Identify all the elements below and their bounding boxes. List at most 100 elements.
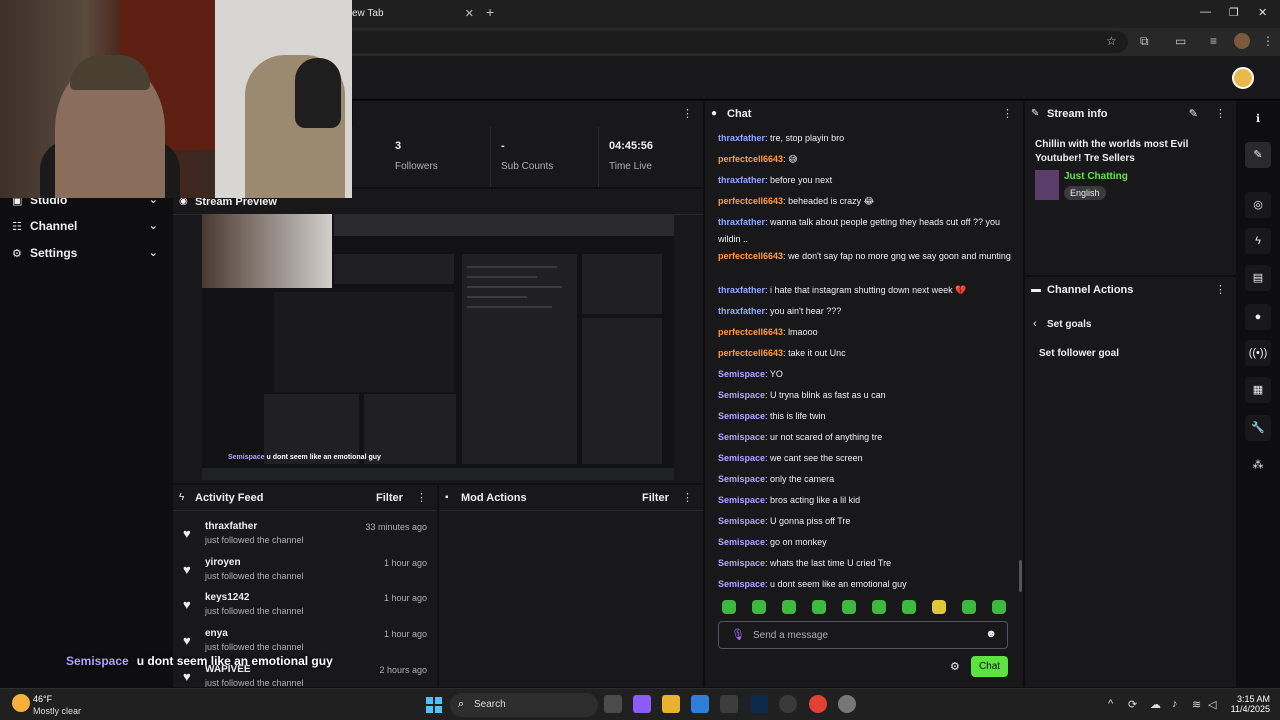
chat-username[interactable]: Semispace: [718, 495, 765, 505]
chat-username[interactable]: Semispace: [718, 516, 765, 526]
language-tag[interactable]: English: [1064, 186, 1106, 200]
chat-username[interactable]: thraxfather: [718, 133, 765, 143]
wifi-icon[interactable]: ≋: [1192, 698, 1201, 711]
chat-send-button[interactable]: Chat: [971, 656, 1008, 677]
chat-username[interactable]: perfectcell6643: [718, 196, 783, 206]
extensions-icon[interactable]: ⧉: [1140, 34, 1149, 49]
onedrive-icon[interactable]: ☁: [1150, 698, 1161, 711]
browser-menu-icon[interactable]: ⋮: [1262, 34, 1274, 48]
chat-username[interactable]: perfectcell6643: [718, 154, 783, 164]
user-avatar[interactable]: [1232, 67, 1254, 89]
browser-tab[interactable]: ew Tab ✕: [340, 2, 480, 26]
chat-username[interactable]: thraxfather: [718, 285, 765, 295]
chat-username[interactable]: Semispace: [718, 558, 765, 568]
app-icon[interactable]: [720, 695, 738, 713]
more-options-icon[interactable]: ⋮: [682, 107, 693, 120]
emote-icon[interactable]: [812, 600, 826, 614]
wrench-icon[interactable]: 🔧: [1245, 415, 1271, 441]
start-button[interactable]: [426, 697, 442, 713]
bookmark-star-icon[interactable]: ☆: [1106, 34, 1117, 48]
reading-list-icon[interactable]: ≡: [1210, 34, 1217, 48]
mic-icon[interactable]: 🎙: [731, 628, 745, 641]
chat-username[interactable]: thraxfather: [718, 306, 765, 316]
emote-icon[interactable]: [932, 600, 946, 614]
chat-settings-icon[interactable]: ⚙: [950, 660, 960, 673]
minimize-icon[interactable]: —: [1200, 6, 1211, 18]
chat-username[interactable]: perfectcell6643: [718, 327, 783, 337]
category-link[interactable]: Just Chatting: [1064, 171, 1128, 182]
emote-icon[interactable]: [992, 600, 1006, 614]
stream-preview-video[interactable]: Semispace u dont seem like an emotional …: [202, 214, 674, 480]
set-follower-goal-item[interactable]: Set follower goal: [1039, 348, 1119, 359]
emote-icon[interactable]: [722, 600, 736, 614]
emote-icon[interactable]: [902, 600, 916, 614]
chat-username[interactable]: thraxfather: [718, 175, 765, 185]
chat-username[interactable]: Semispace: [718, 474, 765, 484]
lightning-icon[interactable]: ϟ: [1245, 228, 1271, 254]
emote-icon[interactable]: [782, 600, 796, 614]
obs-icon[interactable]: [779, 695, 797, 713]
chat-username[interactable]: Semispace: [718, 453, 765, 463]
file-explorer-icon[interactable]: [662, 695, 680, 713]
edit-pencil-icon[interactable]: ✎: [1189, 107, 1198, 120]
url-field[interactable]: [240, 31, 1128, 53]
chat-input[interactable]: 🎙 Send a message ☻: [718, 621, 1008, 649]
chat-username[interactable]: Semispace: [718, 390, 765, 400]
weather-icon[interactable]: [12, 694, 30, 712]
new-tab-button[interactable]: +: [486, 4, 494, 20]
filter-button[interactable]: Filter: [376, 492, 403, 504]
chat-username[interactable]: Semispace: [718, 579, 765, 589]
chrome-icon[interactable]: [809, 695, 827, 713]
settings-app-icon[interactable]: [838, 695, 856, 713]
chat-username[interactable]: Semispace: [718, 432, 765, 442]
nav-item-settings[interactable]: ⚙ Settings ⌄: [12, 242, 162, 264]
copilot-icon[interactable]: [633, 695, 651, 713]
more-options-icon[interactable]: ⋮: [1002, 107, 1013, 120]
chat-username[interactable]: perfectcell6643: [718, 348, 783, 358]
volume-icon[interactable]: ◁: [1208, 698, 1216, 711]
chat-username[interactable]: perfectcell6643: [718, 251, 783, 261]
layout-icon[interactable]: ▦: [1245, 377, 1271, 403]
taskbar-search[interactable]: ⌕ Search: [450, 693, 598, 717]
more-options-icon[interactable]: ⋮: [416, 491, 427, 504]
chat-username[interactable]: Semispace: [718, 369, 765, 379]
tray-sync-icon[interactable]: ⟳: [1128, 698, 1137, 711]
chat-username[interactable]: Semispace: [718, 537, 765, 547]
activity-user[interactable]: enya: [205, 628, 228, 639]
close-tab-icon[interactable]: ✕: [465, 2, 474, 26]
maximize-icon[interactable]: ❐: [1229, 6, 1239, 19]
back-chevron-icon[interactable]: ‹: [1033, 318, 1037, 330]
set-goals-header[interactable]: Set goals: [1047, 319, 1091, 330]
activity-user[interactable]: yiroyen: [205, 557, 241, 568]
tray-chevron-icon[interactable]: ^: [1108, 698, 1113, 710]
nav-item-channel[interactable]: ☷ Channel ⌄: [12, 215, 162, 237]
activity-user[interactable]: keys1242: [205, 592, 250, 603]
edit-icon[interactable]: ✎: [1245, 142, 1271, 168]
chat-username[interactable]: Semispace: [718, 411, 765, 421]
store-icon[interactable]: [691, 695, 709, 713]
profile-avatar[interactable]: [1234, 33, 1250, 49]
chat-username[interactable]: thraxfather: [718, 217, 765, 227]
emote-icon[interactable]: [752, 600, 766, 614]
activity-user[interactable]: thraxfather: [205, 521, 257, 532]
chat-scrollbar[interactable]: [1019, 560, 1022, 592]
filter-button[interactable]: Filter: [642, 492, 669, 504]
emoji-picker-icon[interactable]: ☻: [985, 628, 997, 640]
more-options-icon[interactable]: ⋮: [682, 491, 693, 504]
emote-icon[interactable]: [842, 600, 856, 614]
system-clock[interactable]: 3:15 AM 11/4/2025: [1224, 694, 1270, 714]
more-options-icon[interactable]: ⋮: [1215, 107, 1226, 120]
info-icon[interactable]: ℹ: [1245, 106, 1271, 132]
extensions-icon[interactable]: ⁂: [1245, 452, 1271, 478]
broadcast-icon[interactable]: ((•)): [1245, 340, 1271, 366]
cast-icon[interactable]: ▭: [1175, 34, 1186, 48]
photoshop-icon[interactable]: [750, 695, 768, 713]
notes-icon[interactable]: ▤: [1245, 265, 1271, 291]
microphone-icon[interactable]: ♪: [1172, 698, 1178, 710]
more-options-icon[interactable]: ⋮: [1215, 283, 1226, 296]
chat-icon[interactable]: ●: [1245, 304, 1271, 330]
emote-icon[interactable]: [962, 600, 976, 614]
capture-icon[interactable]: ◎: [1245, 192, 1271, 218]
emote-icon[interactable]: [872, 600, 886, 614]
task-view-icon[interactable]: [604, 695, 622, 713]
